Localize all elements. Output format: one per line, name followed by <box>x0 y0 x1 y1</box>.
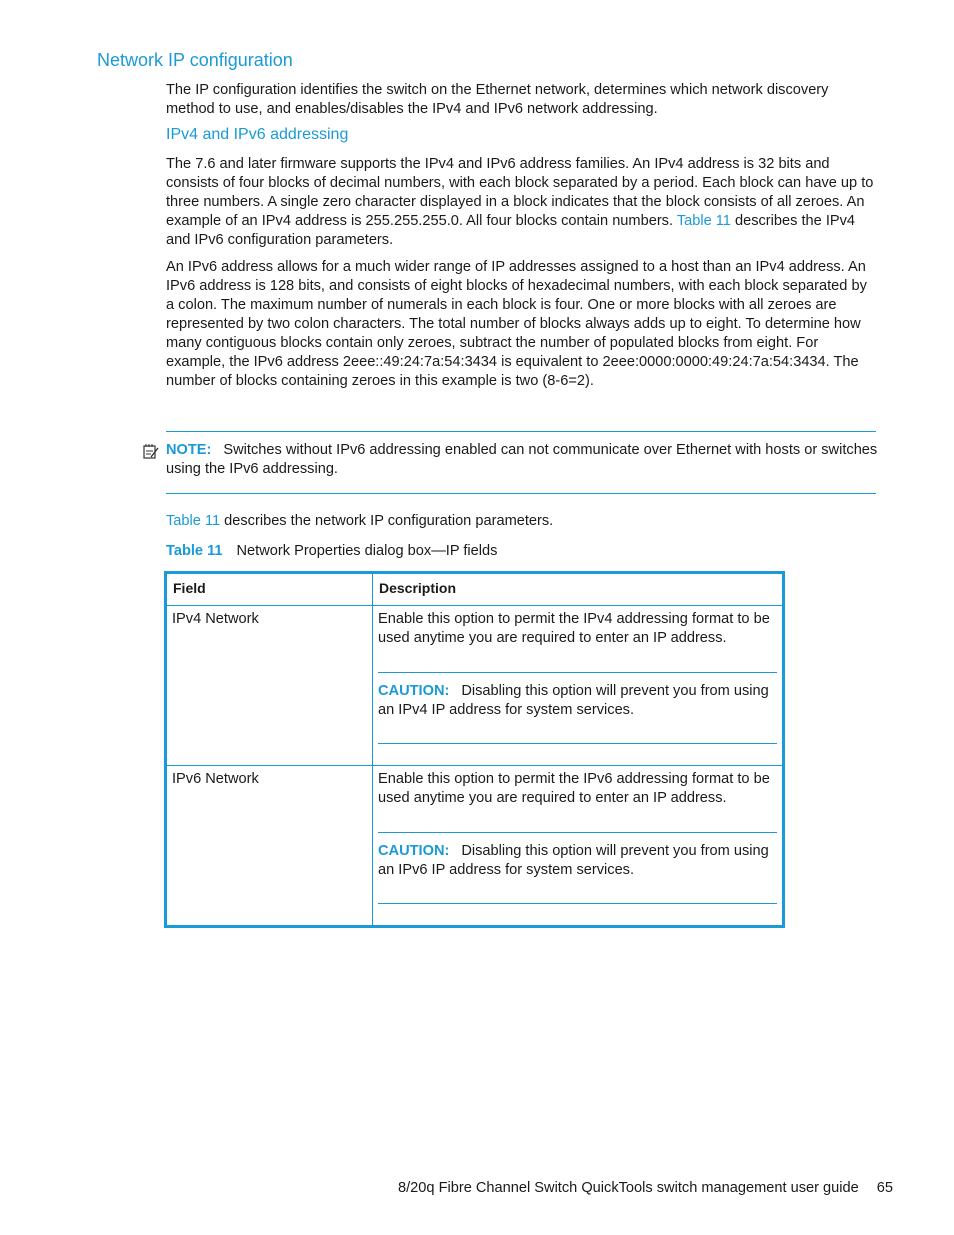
column-header-description: Description <box>372 572 784 606</box>
note-top-rule <box>166 431 876 432</box>
ip-fields-table: Field Description IPv4 Network Enable th… <box>164 571 785 928</box>
subsection-heading: IPv4 and IPv6 addressing <box>166 126 349 143</box>
table-number: Table 11 <box>166 543 223 559</box>
caution-block: CAUTION: Disabling this option will preve… <box>378 672 777 744</box>
page-number: 65 <box>876 1180 893 1196</box>
note-label: NOTE: <box>166 442 212 458</box>
caution-block: CAUTION: Disabling this option will preve… <box>378 832 777 904</box>
table-title: Network Properties dialog box—IP fields <box>236 543 498 559</box>
ipv4-paragraph: The 7.6 and later firmware supports the … <box>166 155 878 250</box>
ipv6-paragraph: An IPv6 address allows for a much wider … <box>166 259 867 389</box>
table-row: IPv6 Network Enable this option to permi… <box>165 765 784 927</box>
intro-paragraph: The IP configuration identifies the swit… <box>166 82 829 117</box>
description-text: Enable this option to permit the IPv6 ad… <box>378 771 770 806</box>
table-11-link[interactable]: Table 11 <box>677 213 731 229</box>
note-text: Switches without IPv6 addressing enabled… <box>166 442 878 477</box>
field-cell: IPv4 Network <box>165 605 373 766</box>
field-cell: IPv6 Network <box>165 765 373 927</box>
note-icon <box>143 444 159 459</box>
table-header-row: Field Description <box>165 572 784 606</box>
table-row: IPv4 Network Enable this option to permi… <box>165 605 784 766</box>
description-cell: Enable this option to permit the IPv4 ad… <box>372 605 784 766</box>
section-heading: Network IP configuration <box>97 50 293 70</box>
description-cell: Enable this option to permit the IPv6 ad… <box>372 765 784 927</box>
table-caption: Table 11 Network Properties dialog box—IP… <box>166 543 497 559</box>
column-header-field: Field <box>165 572 373 606</box>
table-reference-paragraph: Table 11 describes the network IP config… <box>166 512 878 531</box>
caution-label: CAUTION: <box>378 683 450 699</box>
page-footer: 8/20q Fibre Channel Switch QuickTools sw… <box>398 1180 893 1196</box>
table-reference-text: describes the network IP configuration p… <box>220 513 554 529</box>
table-11-link[interactable]: Table 11 <box>166 513 220 529</box>
note-box: NOTE: Switches without IPv6 addressing en… <box>166 441 878 479</box>
caution-label: CAUTION: <box>378 843 450 859</box>
document-title: 8/20q Fibre Channel Switch QuickTools sw… <box>398 1180 859 1196</box>
description-text: Enable this option to permit the IPv4 ad… <box>378 611 770 646</box>
note-bottom-rule <box>166 493 876 494</box>
